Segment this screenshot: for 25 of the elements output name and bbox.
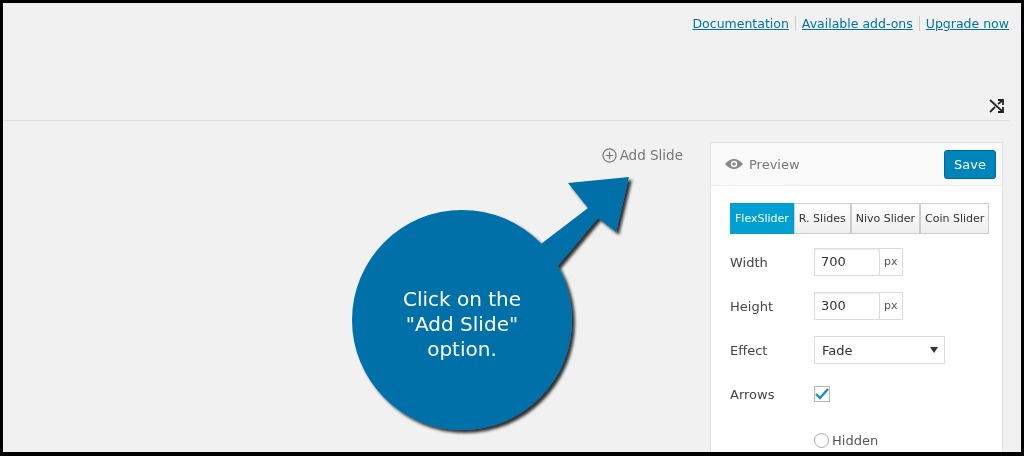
shuffle-icon[interactable]: [989, 98, 1005, 114]
input-field[interactable]: 700: [814, 248, 880, 276]
field-label: Height: [730, 298, 774, 314]
plus-circle-icon: [601, 147, 617, 163]
input-field[interactable]: 300: [814, 292, 880, 320]
slider-tab[interactable]: R. Slides: [793, 203, 851, 234]
effect-dropdown[interactable]: Fade: [814, 336, 945, 364]
slider-tab[interactable]: Coin Slider: [920, 203, 990, 234]
preview-link[interactable]: Preview: [725, 156, 800, 172]
field-label: Arrows: [730, 386, 776, 402]
unit-label: px: [880, 292, 903, 320]
unit-label: px: [880, 248, 903, 276]
header-link[interactable]: Documentation: [692, 16, 789, 31]
callout-text: Click on the "Add Slide" option.: [401, 287, 523, 362]
header-link[interactable]: Available add-ons: [794, 16, 913, 31]
eye-icon: [725, 158, 743, 170]
slider-tab[interactable]: Nivo Slider: [850, 203, 921, 234]
add-slide-link[interactable]: Add Slide: [601, 145, 683, 165]
caret-icon: [930, 347, 938, 353]
field-label: Effect: [730, 342, 769, 358]
radio-option[interactable]: Hidden: [814, 432, 879, 448]
field-label: Width: [730, 254, 769, 270]
checkbox[interactable]: [814, 386, 830, 402]
save-button[interactable]: Save: [944, 149, 996, 179]
header-link[interactable]: Upgrade now: [918, 16, 1009, 31]
